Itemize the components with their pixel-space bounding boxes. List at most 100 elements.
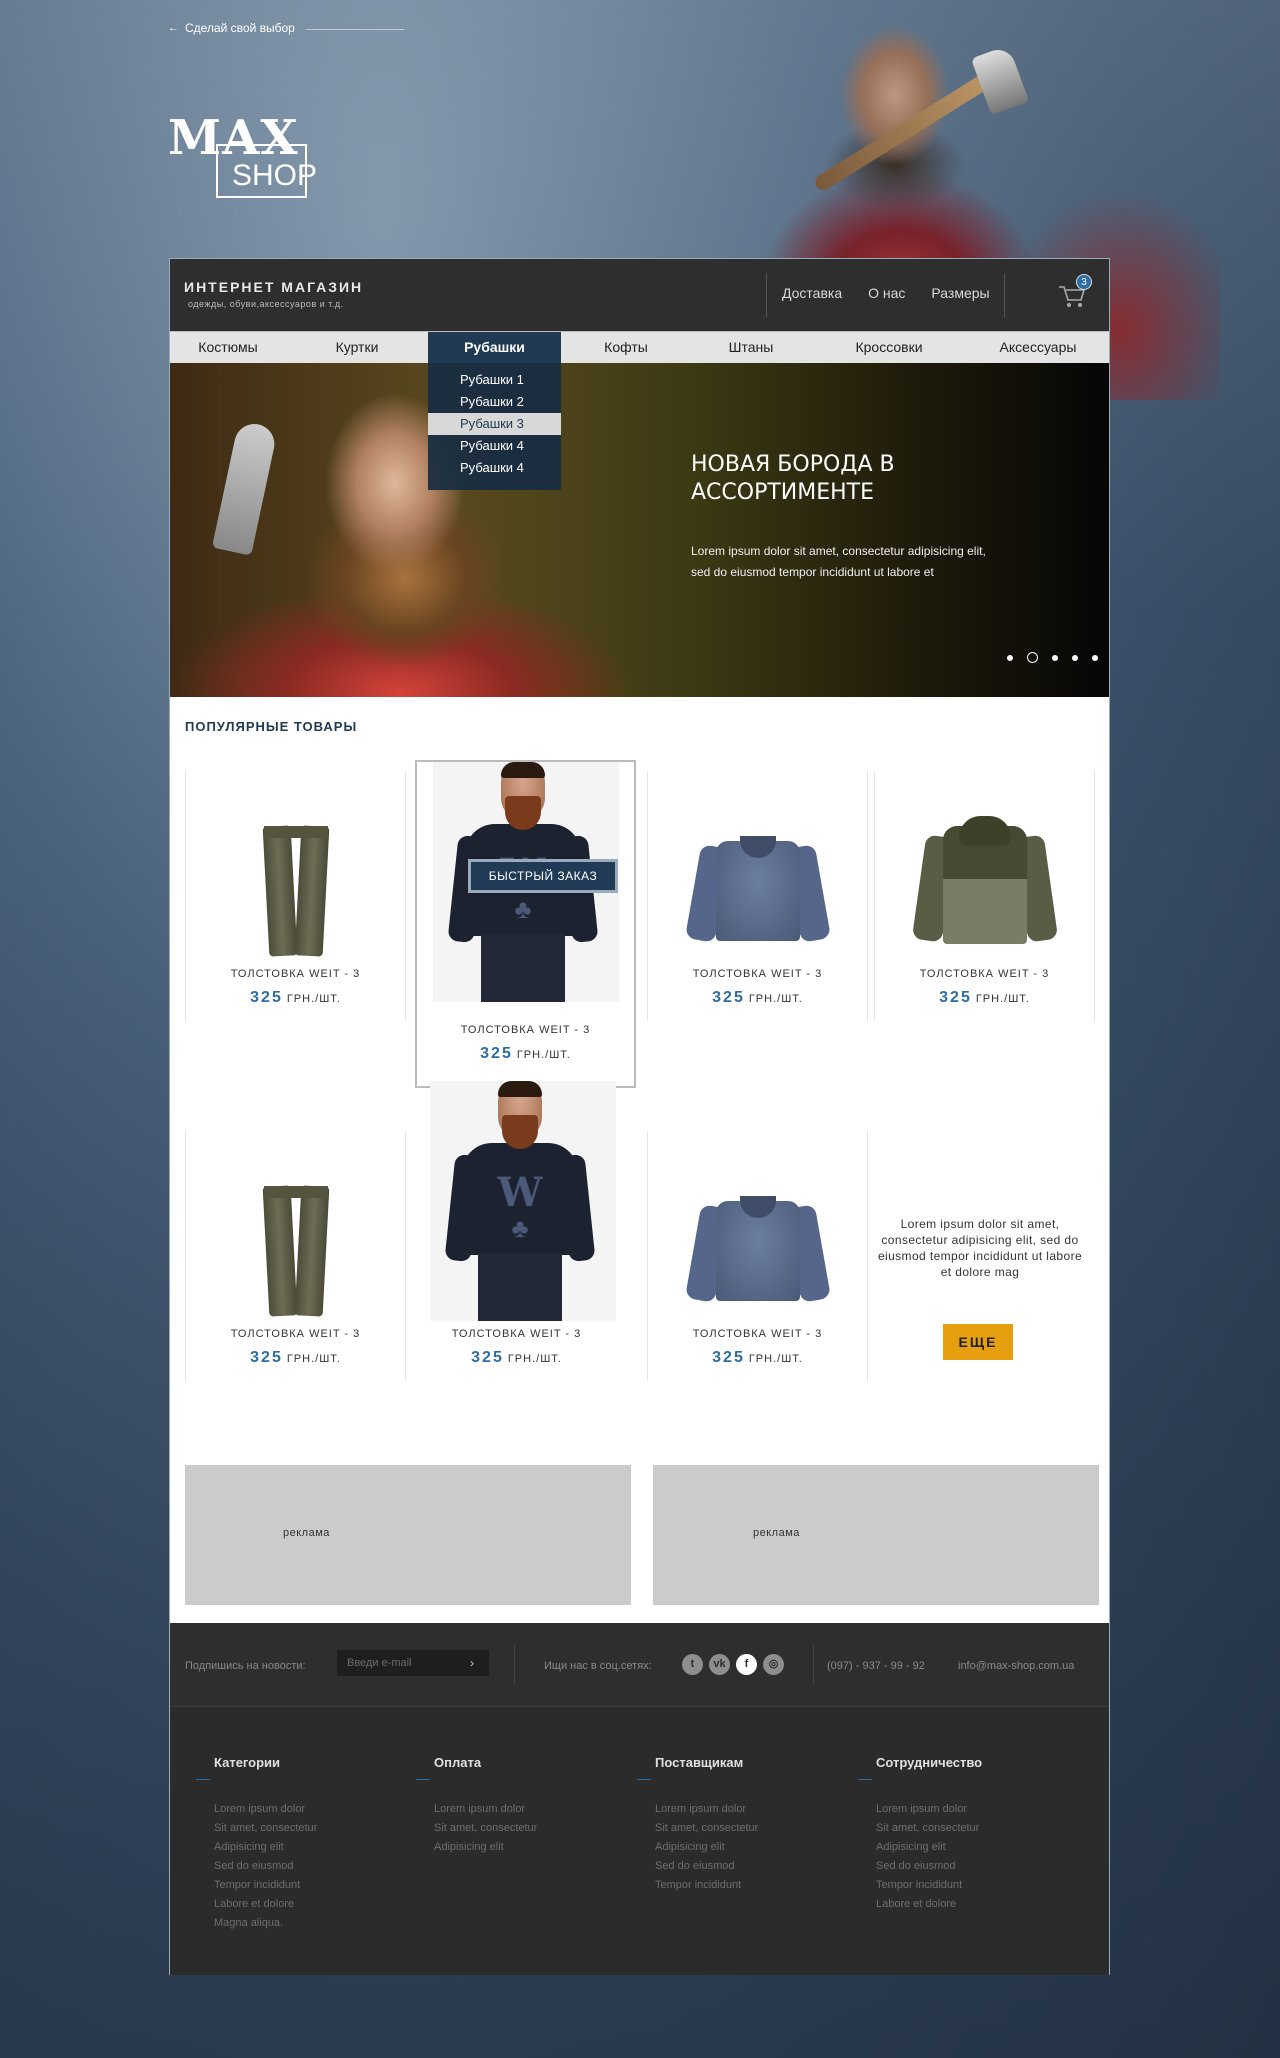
more-button[interactable]: ЕЩЕ: [943, 1324, 1013, 1360]
product-card[interactable]: ТОЛСТОВКА WEIT - 3 325 ГРН./ШТ.: [185, 771, 406, 1021]
subscribe-label: Подпишись на новости:: [185, 1660, 306, 1672]
back-link-label: Сделай свой выбор: [185, 21, 295, 35]
hero-text: Lorem ipsum dolor sit amet, consectetur …: [691, 544, 986, 579]
dropdown-item-shirts-3[interactable]: Рубашки 3: [428, 413, 561, 435]
slider-dot[interactable]: [1072, 654, 1078, 661]
ad-label: реклама: [283, 1527, 330, 1539]
footer-column-payment: Оплата Lorem ipsum dolor Sit amet, conse…: [416, 1755, 537, 1857]
product-name: ТОЛСТОВКА WEIT - 3: [460, 1024, 591, 1036]
shirts-dropdown: Рубашки 1 Рубашки 2 Рубашки 3 Рубашки 4 …: [428, 363, 561, 490]
product-name: ТОЛСТОВКА WEIT - 3: [692, 968, 823, 980]
arrow-left-icon: ←: [168, 22, 179, 34]
quick-order-button[interactable]: БЫСТРЫЙ ЗАКАЗ: [468, 859, 618, 893]
footer-link[interactable]: Lorem ipsum dolor: [214, 1800, 317, 1819]
product-card[interactable]: ТОЛСТОВКА WEIT - 3 325 ГРН./ШТ.: [647, 771, 868, 1021]
heading-underline: [637, 1779, 651, 1780]
footer-link[interactable]: Sit amet, consectetur: [876, 1819, 982, 1838]
category-sneakers[interactable]: Кроссовки: [811, 332, 967, 364]
footer-link[interactable]: Lorem ipsum dolor: [655, 1800, 758, 1819]
product-price: 325 ГРН./ШТ.: [471, 1349, 562, 1366]
footer-heading: Поставщикам: [655, 1755, 744, 1770]
footer-link[interactable]: Adipisicing elit: [214, 1838, 317, 1857]
footer-link[interactable]: Tempor incididunt: [876, 1876, 982, 1895]
product-card[interactable]: ТОЛСТОВКА WEIT - 3 325 ГРН./ШТ.: [185, 1131, 406, 1381]
product-price: 325 ГРН./ШТ.: [712, 989, 803, 1006]
footer: Категории Lorem ipsum dolor Sit amet, co…: [170, 1707, 1109, 1975]
email-input[interactable]: [337, 1650, 489, 1676]
ad-label: реклама: [753, 1527, 800, 1539]
category-accessories[interactable]: Аксессуары: [967, 332, 1109, 364]
footer-heading: Категории: [214, 1755, 281, 1770]
axe-image: [211, 420, 279, 556]
dropdown-item-shirts-4[interactable]: Рубашки 4: [428, 435, 561, 457]
ad-banner-left[interactable]: реклама: [185, 1465, 631, 1605]
footer-link[interactable]: Tempor incididunt: [655, 1876, 758, 1895]
heading-underline: [196, 1779, 210, 1780]
product-card-hovered[interactable]: W♣ БЫСТРЫЙ ЗАКАЗ ТОЛСТОВКА WEIT - 3 325Г…: [415, 760, 636, 1088]
dropdown-item-shirts-2[interactable]: Рубашки 2: [428, 391, 561, 413]
product-name: ТОЛСТОВКА WEIT - 3: [230, 968, 361, 980]
slider-dot-active[interactable]: [1027, 652, 1038, 663]
product-card[interactable]: ТОЛСТОВКА WEIT - 3 325 ГРН./ШТ.: [874, 771, 1095, 1021]
category-pants[interactable]: Штаны: [691, 332, 811, 364]
category-sweaters[interactable]: Кофты: [561, 332, 691, 364]
logo[interactable]: MAX SHOP: [168, 112, 343, 202]
footer-link[interactable]: Labore et dolore: [214, 1895, 317, 1914]
product-price: 325 ГРН./ШТ.: [480, 1045, 571, 1062]
footer-heading: Оплата: [434, 1755, 482, 1770]
footer-link[interactable]: Sit amet, consectetur: [434, 1819, 537, 1838]
footer-link[interactable]: Adipisicing elit: [876, 1838, 982, 1857]
product-card[interactable]: ТОЛСТОВКА WEIT - 3 325 ГРН./ШТ.: [647, 1131, 868, 1381]
footer-link[interactable]: Sed do eiusmod: [214, 1857, 317, 1876]
footer-link[interactable]: Adipisicing elit: [434, 1838, 537, 1857]
phone-number: (097) - 937 - 99 - 92: [827, 1660, 925, 1672]
divider: [514, 1645, 515, 1685]
popular-products-title: ПОПУЛЯРНЫЕ ТОВАРЫ: [185, 719, 358, 734]
product-image-pants: [216, 796, 376, 957]
nav-sizes[interactable]: Размеры: [931, 285, 989, 301]
product-name: ТОЛСТОВКА WEIT - 3: [692, 1328, 823, 1340]
footer-link[interactable]: Sed do eiusmod: [655, 1857, 758, 1876]
divider: [1004, 273, 1005, 317]
footer-link[interactable]: Tempor incididunt: [214, 1876, 317, 1895]
footer-column-suppliers: Поставщикам Lorem ipsum dolor Sit amet, …: [637, 1755, 758, 1895]
logo-shop-text: SHOP: [232, 159, 318, 192]
category-nav: Костюмы Куртки Рубашки Кофты Штаны Кросс…: [170, 331, 1109, 364]
main-container: ИНТЕРНЕТ МАГАЗИН одежды, обуви,аксессуар…: [169, 258, 1110, 1975]
instagram-icon[interactable]: ◎: [763, 1654, 784, 1675]
vk-icon[interactable]: vk: [709, 1654, 730, 1675]
footer-link[interactable]: Sit amet, consectetur: [655, 1819, 758, 1838]
category-shirts[interactable]: Рубашки: [428, 332, 561, 364]
slider-dot[interactable]: [1052, 654, 1058, 661]
category-jackets[interactable]: Куртки: [286, 332, 428, 364]
cart-count-badge: 3: [1076, 274, 1092, 290]
hero-slider: НОВАЯ БОРОДА В АССОРТИМЕНТЕ Lorem ipsum …: [170, 363, 1109, 697]
dropdown-item-shirts-1[interactable]: Рубашки 1: [428, 369, 561, 391]
footer-link[interactable]: Magna aliqua.: [214, 1914, 317, 1933]
footer-link[interactable]: Sed do eiusmod: [876, 1857, 982, 1876]
footer-heading: Сотрудничество: [876, 1755, 983, 1770]
footer-link[interactable]: Adipisicing elit: [655, 1838, 758, 1857]
nav-delivery[interactable]: Доставка: [782, 285, 842, 301]
footer-link[interactable]: Lorem ipsum dolor: [434, 1800, 537, 1819]
category-suits[interactable]: Костюмы: [170, 332, 286, 364]
store-title: ИНТЕРНЕТ МАГАЗИН: [184, 279, 364, 295]
slider-dot[interactable]: [1092, 654, 1098, 661]
heading-underline: [858, 1779, 872, 1780]
nav-about[interactable]: О нас: [868, 285, 905, 301]
product-image-model-sweatshirt: W♣ БЫСТРЫЙ ЗАКАЗ: [433, 762, 619, 1002]
slider-dot[interactable]: [1007, 654, 1013, 661]
twitter-icon[interactable]: t: [682, 1654, 703, 1675]
submit-arrow-icon[interactable]: ›: [470, 1656, 474, 1670]
footer-link[interactable]: Labore et dolore: [876, 1895, 982, 1914]
product-card[interactable]: W ♣ ТОЛСТОВКА WEIT - 3 325 ГРН./ШТ.: [406, 1081, 627, 1381]
dropdown-item-shirts-4b[interactable]: Рубашки 4: [428, 457, 561, 479]
footer-link[interactable]: Sit amet, consectetur: [214, 1819, 317, 1838]
back-link[interactable]: ← Сделай свой выбор: [168, 21, 295, 35]
facebook-icon[interactable]: f: [736, 1654, 757, 1675]
email-link[interactable]: info@max-shop.com.ua: [958, 1660, 1074, 1672]
footer-link[interactable]: Lorem ipsum dolor: [876, 1800, 982, 1819]
promo-text: Lorem ipsum dolor sit amet, consectetur …: [877, 1217, 1083, 1279]
subscribe-bar: Подпишись на новости: › Ищи нас в соц.се…: [170, 1623, 1109, 1707]
ad-banner-right[interactable]: реклама: [653, 1465, 1099, 1605]
